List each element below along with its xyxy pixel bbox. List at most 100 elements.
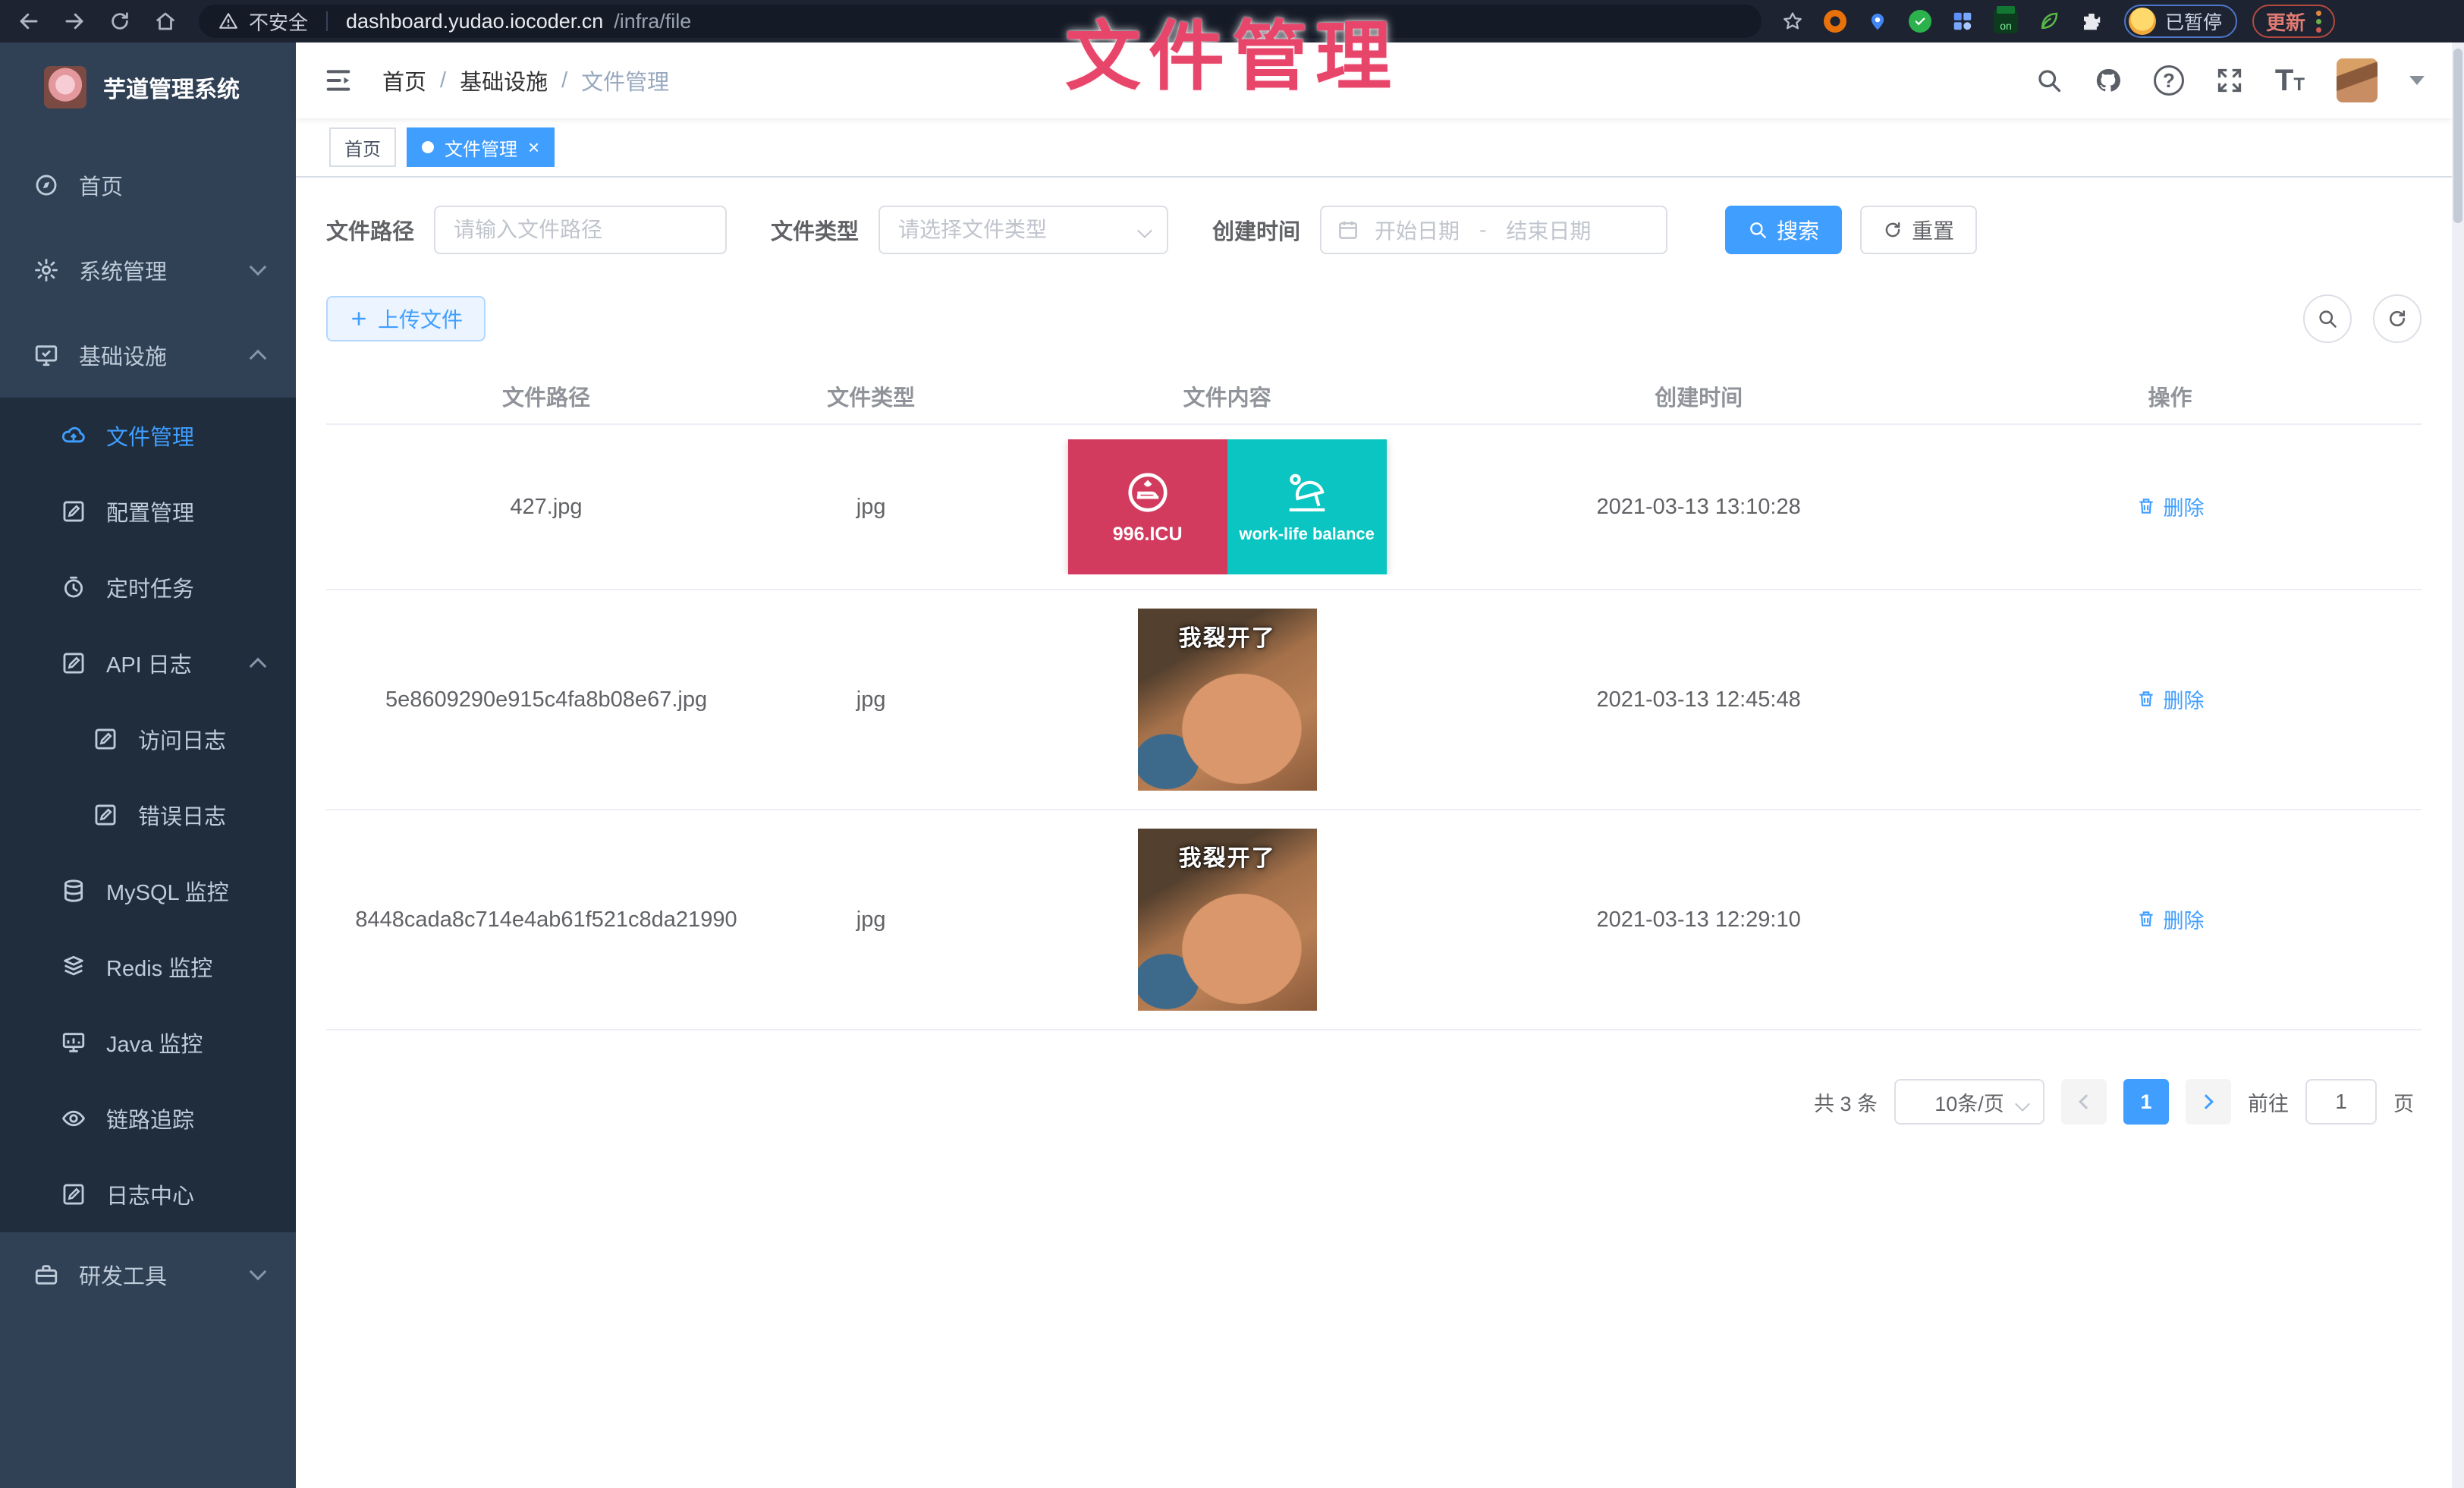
font-size-icon[interactable]: TT [2275,65,2305,96]
redis-icon [61,954,86,980]
log-icon [61,650,86,676]
next-page-button[interactable] [2186,1079,2231,1125]
pagination: 共 3 条 10条/页 1 前往 页 [326,1079,2422,1125]
java-monitor-icon [61,1030,86,1055]
address-bar[interactable]: 不安全 dashboard.yudao.iocoder.cn/infra/fil… [199,5,1762,38]
extension-grid-icon[interactable] [1951,10,1974,33]
sidebar-item-log-center[interactable]: 日志中心 [0,1156,296,1232]
github-icon[interactable] [2095,67,2122,94]
created-time-label: 创建时间 [1212,214,1300,246]
close-icon[interactable]: × [528,137,539,157]
toggle-search-button[interactable] [2303,294,2352,343]
extension-leaf-icon[interactable] [2038,10,2060,33]
browser-reload-button[interactable] [103,5,137,38]
breadcrumb-home[interactable]: 首页 [382,64,426,96]
sidebar: 芋道管理系统 首页 系统管理 基础设施 文件管理 配置管理 [0,42,296,1488]
browser-forward-button[interactable] [58,5,91,38]
sidebar-collapse-icon[interactable] [323,65,354,96]
monitor-icon [33,342,59,368]
page-unit-label: 页 [2393,1087,2414,1117]
reset-button[interactable]: 重置 [1860,206,1977,254]
goto-page-input[interactable] [2305,1079,2377,1125]
browser-scrollbar[interactable] [2452,42,2464,1488]
docs-help-icon[interactable]: ? [2154,65,2184,96]
browser-profile-chip[interactable]: 已暂停 [2124,5,2237,38]
top-navbar: 首页 / 基础设施 / 文件管理 ? TT [296,42,2452,118]
file-preview-996-badge-image: 996.ICU work-life balance [1068,439,1387,574]
address-separator [326,11,328,31]
extensions-puzzle-icon[interactable] [2080,10,2103,33]
sidebar-item-infrastructure[interactable]: 基础设施 [0,313,296,398]
date-range-picker[interactable]: 开始日期 - 结束日期 [1320,206,1667,254]
compass-icon [33,172,59,198]
browser-menu-dots-icon[interactable] [2316,11,2321,33]
browser-profile-avatar [2129,8,2156,35]
sidebar-item-api-logs[interactable]: API 日志 [0,625,296,701]
scrollbar-thumb[interactable] [2453,49,2462,223]
cell-file-path: 5e8609290e915c4fa8b08e67.jpg [326,687,766,713]
file-preview-meme-image: 我裂开了 [1138,609,1317,791]
browser-back-button[interactable] [12,5,46,38]
table-row: 427.jpg jpg 996.ICU work-life balance [326,425,2422,590]
extension-switch-icon[interactable]: on [1994,9,2018,33]
cell-created-time: 2021-03-13 12:29:10 [1479,908,1919,933]
bed-clock-icon [1124,469,1171,516]
plus-icon [349,309,369,329]
delete-button[interactable]: 删除 [2136,684,2205,714]
tab-file-management[interactable]: 文件管理 × [407,127,555,167]
app-title: 芋道管理系统 [103,71,240,104]
cell-created-time: 2021-03-13 13:10:28 [1479,495,1919,520]
sidebar-item-dev-tools[interactable]: 研发工具 [0,1232,296,1317]
app-logo-row[interactable]: 芋道管理系统 [0,42,296,117]
user-avatar[interactable] [2337,58,2378,102]
not-secure-warning-icon [218,11,238,31]
sidebar-item-config-management[interactable]: 配置管理 [0,473,296,549]
sidebar-item-access-logs[interactable]: 访问日志 [0,701,296,777]
sidebar-item-home[interactable]: 首页 [0,143,296,228]
cell-file-path: 427.jpg [326,495,766,520]
breadcrumb-infrastructure[interactable]: 基础设施 [460,64,548,96]
chevron-down-icon [250,1263,267,1281]
start-date-placeholder[interactable]: 开始日期 [1375,215,1460,245]
upload-file-button[interactable]: 上传文件 [326,296,486,341]
refresh-table-button[interactable] [2373,294,2422,343]
browser-home-button[interactable] [149,5,182,38]
file-path-input[interactable] [434,206,727,254]
file-type-select[interactable] [878,206,1168,254]
log-icon [93,726,118,752]
column-header-file-path: 文件路径 [326,380,766,412]
log-icon [93,802,118,828]
sidebar-item-trace[interactable]: 链路追踪 [0,1081,296,1156]
browser-update-button[interactable]: 更新 [2252,5,2335,38]
trash-icon [2136,689,2156,709]
search-button[interactable]: 搜索 [1725,206,1842,254]
extension-check-icon[interactable] [1909,10,1931,33]
sidebar-item-file-management[interactable]: 文件管理 [0,398,296,473]
sidebar-item-system-management[interactable]: 系统管理 [0,228,296,313]
sidebar-item-java-monitor[interactable]: Java 监控 [0,1005,296,1081]
fullscreen-icon[interactable] [2216,67,2243,94]
goto-label: 前往 [2248,1087,2289,1117]
browser-toolbar: 不安全 dashboard.yudao.iocoder.cn/infra/fil… [0,0,2464,42]
prev-page-button[interactable] [2061,1079,2107,1125]
sidebar-item-scheduled-tasks[interactable]: 定时任务 [0,549,296,625]
sidebar-item-mysql-monitor[interactable]: MySQL 监控 [0,853,296,929]
sidebar-item-error-logs[interactable]: 错误日志 [0,777,296,853]
delete-button[interactable]: 删除 [2136,904,2205,934]
page-size-select[interactable]: 10条/页 [1894,1079,2044,1125]
delete-button[interactable]: 删除 [2136,492,2205,521]
current-page-button[interactable]: 1 [2123,1079,2169,1125]
end-date-placeholder[interactable]: 结束日期 [1506,215,1591,245]
header-search-icon[interactable] [2035,67,2063,94]
main-area: 首页 / 基础设施 / 文件管理 ? TT 首页 文件管理 × 文件 [296,42,2452,1488]
tab-home[interactable]: 首页 [329,127,396,167]
extension-pin-icon[interactable] [1866,10,1889,33]
sidebar-item-redis-monitor[interactable]: Redis 监控 [0,929,296,1005]
avatar-caret-down-icon[interactable] [2409,76,2425,85]
url-path: /infra/file [614,10,691,33]
edit-icon [61,499,86,524]
bookmark-star-icon[interactable] [1781,10,1804,33]
column-header-file-content: 文件内容 [976,380,1479,412]
beach-umbrella-icon [1284,470,1331,517]
extension-gear-icon[interactable] [1824,10,1846,33]
